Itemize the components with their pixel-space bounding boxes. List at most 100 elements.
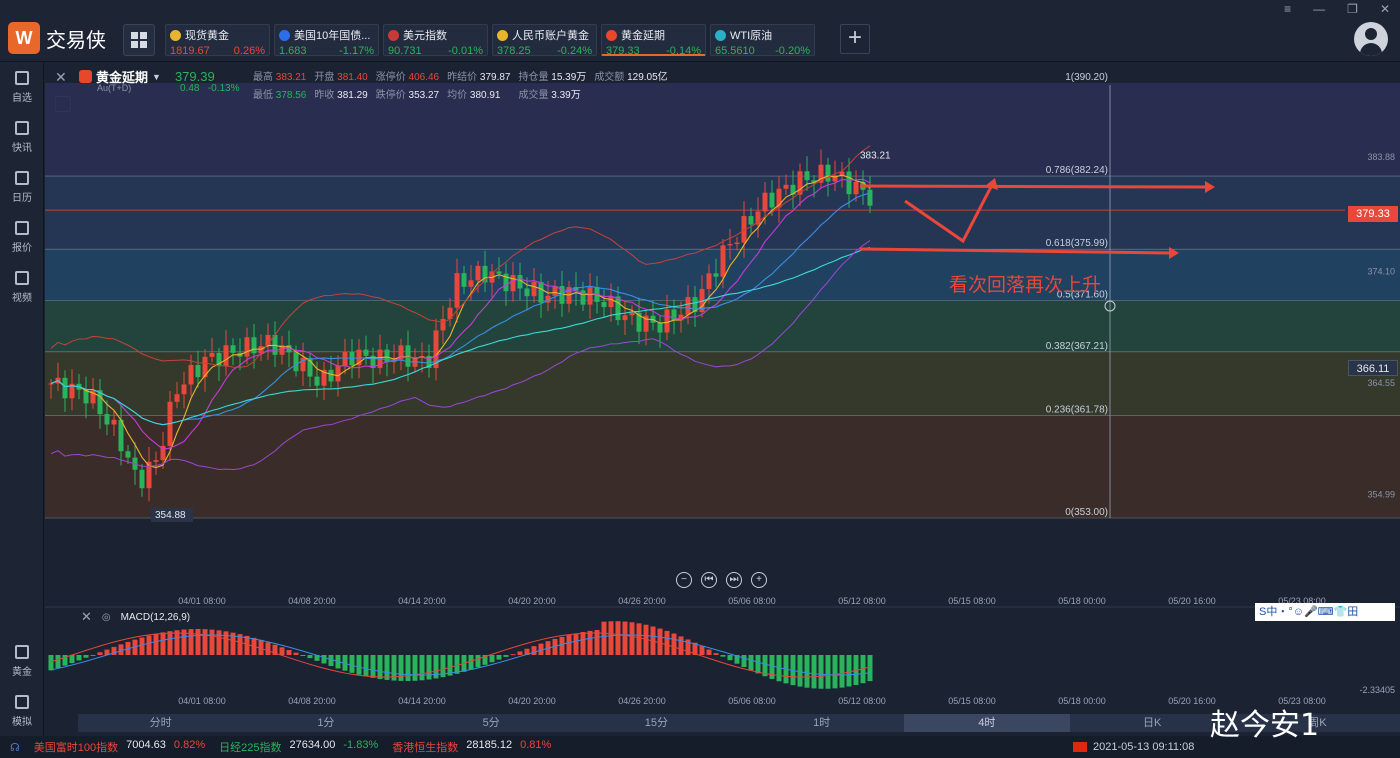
status-index-change: -1.83% — [343, 739, 379, 751]
candlestick-chart[interactable]: 1(390.20)0.786(382.24)0.618(375.99)0.5(3… — [45, 63, 1400, 735]
ime-toolbar[interactable]: S中・°☺🎤⌨👕田 — [1255, 603, 1395, 621]
ticker-change: -1.17% — [339, 45, 374, 57]
tab-timeframe-1[interactable]: 1分 — [243, 714, 408, 732]
macd-bar — [167, 631, 173, 655]
status-index-0[interactable]: 美国富时100指数 7004.63 0.82% — [34, 739, 205, 755]
fib-band — [45, 415, 1400, 518]
ticker-label: 黄金延期 — [621, 30, 665, 42]
tab-timeframe-4[interactable]: 1时 — [739, 714, 904, 732]
grid-icon — [131, 32, 147, 48]
close-chart-icon[interactable]: ✕ — [55, 69, 67, 86]
sidebar-bottom-item-0[interactable]: 黄金 — [0, 636, 44, 686]
x-axis-label: 04/08 20:00 — [288, 696, 336, 706]
chart-header: ✕ 黄金延期 ▼ 379.39 Au(T+D) 0.48 -0.13% 最高 3… — [45, 63, 745, 101]
x-axis-label: 05/15 08:00 — [948, 696, 996, 706]
macd-bar — [615, 621, 621, 655]
macd-bar — [398, 655, 404, 681]
candle-body — [111, 419, 117, 425]
ticker-label: 美国10年国债... — [294, 30, 371, 42]
macd-bar — [489, 655, 495, 663]
minimize-icon[interactable]: — — [1313, 2, 1325, 16]
candle-body — [125, 451, 131, 458]
macd-bar — [293, 652, 299, 655]
candle-body — [188, 364, 194, 385]
ticker-0[interactable]: 现货黄金 1819.67 0.26% — [165, 24, 270, 57]
sidebar-bottom-item-1[interactable]: 模拟 — [0, 686, 44, 736]
x-axis-label: 05/18 00:00 — [1058, 696, 1106, 706]
macd-bar — [153, 633, 159, 655]
macd-bar — [811, 655, 817, 689]
zoom-in-icon[interactable]: + — [751, 572, 767, 588]
sidebar-icon — [15, 220, 29, 235]
tab-timeframe-2[interactable]: 5分 — [409, 714, 574, 732]
ticker-2[interactable]: 美元指数 90.731 -0.01% — [383, 24, 488, 57]
layout-grid-button[interactable] — [123, 24, 155, 56]
stat-cell: 成交额 129.05亿 — [594, 68, 669, 83]
symbol-price: 379.39 — [174, 69, 215, 84]
candle-body — [622, 315, 628, 321]
macd-bar — [573, 633, 579, 655]
zoom-out-icon[interactable]: − — [676, 572, 692, 588]
ticker-name: 人民币账户黄金 — [497, 27, 592, 43]
candle-body — [230, 345, 236, 353]
macd-bar — [748, 655, 754, 671]
close-icon[interactable]: ✕ — [1380, 2, 1390, 16]
tab-timeframe-0[interactable]: 分时 — [78, 714, 243, 732]
candle-body — [769, 192, 775, 208]
menu-icon[interactable]: ≡ — [1284, 2, 1291, 16]
x-axis-label: 04/26 20:00 — [618, 696, 666, 706]
macd-bar — [300, 655, 306, 656]
ticker-4[interactable]: 黄金延期 379.33 -0.14% — [601, 24, 706, 57]
ticker-values: 90.731 -0.01% — [388, 45, 483, 57]
candle-body — [496, 271, 502, 274]
status-index-value: 28185.12 — [466, 739, 513, 751]
app-name: 交易侠 — [46, 27, 106, 52]
ticker-price: 90.731 — [388, 45, 422, 57]
sidebar-item-4[interactable]: 视频 — [0, 262, 44, 312]
sidebar-item-1[interactable]: 快讯 — [0, 112, 44, 162]
ticker-icon — [170, 29, 181, 41]
candle-body — [587, 287, 593, 305]
ticker-3[interactable]: 人民币账户黄金 378.25 -0.24% — [492, 24, 597, 57]
skip-back-icon[interactable]: ⏮ — [701, 572, 717, 588]
macd-close-icon[interactable]: ✕ — [81, 609, 92, 625]
sidebar-item-0[interactable]: 自选 — [0, 62, 44, 112]
tab-timeframe-3[interactable]: 15分 — [574, 714, 739, 732]
logo-icon: W — [8, 22, 40, 54]
headset-icon[interactable]: ☊ — [10, 741, 20, 754]
ticker-5[interactable]: WTI原油 65.5610 -0.20% — [710, 24, 815, 57]
sidebar-item-2[interactable]: 日历 — [0, 162, 44, 212]
ticker-icon — [388, 29, 399, 41]
ticker-label: WTI原油 — [730, 30, 773, 42]
skip-forward-icon[interactable]: ⏭ — [726, 572, 742, 588]
right-axis-label: 374.10 — [1367, 266, 1395, 276]
macd-bar — [356, 655, 362, 675]
macd-bar — [202, 629, 208, 655]
sidebar-icon — [15, 694, 29, 709]
macd-bar — [286, 649, 292, 655]
macd-bar — [699, 646, 705, 655]
candle-body — [335, 365, 341, 382]
candle-body — [363, 349, 369, 356]
candle-body — [706, 273, 712, 289]
sidebar-icon — [15, 120, 29, 135]
fib-label: 0.382(367.21) — [1046, 341, 1108, 352]
avatar[interactable] — [1354, 22, 1388, 56]
macd-bar — [727, 655, 733, 661]
macd-bar — [720, 655, 726, 657]
symbol-change: 0.48 -0.13% — [180, 83, 240, 94]
add-ticker-button[interactable]: + — [840, 24, 870, 54]
ticker-1[interactable]: 美国10年国债... 1.683 -1.17% — [274, 24, 379, 57]
macd-settings-icon[interactable]: ◎ — [102, 612, 111, 623]
macd-bar — [195, 629, 201, 655]
tab-timeframe-5[interactable]: 4时 — [904, 714, 1070, 732]
sidebar-item-3[interactable]: 报价 — [0, 212, 44, 262]
status-index-2[interactable]: 香港恒生指数 28185.12 0.81% — [392, 739, 551, 755]
macd-bar — [405, 655, 411, 681]
quote-stats: 最高 383.21 开盘 381.40 涨停价 406.46 昨结价 379.87 持仓… — [253, 68, 670, 101]
sidebar-icon — [15, 70, 29, 85]
restore-icon[interactable]: ❐ — [1347, 2, 1358, 16]
status-index-1[interactable]: 日经225指数 27634.00 -1.83% — [219, 739, 378, 755]
right-axis-label: 383.88 — [1367, 152, 1395, 162]
fib-label: 0.236(361.78) — [1046, 404, 1108, 415]
